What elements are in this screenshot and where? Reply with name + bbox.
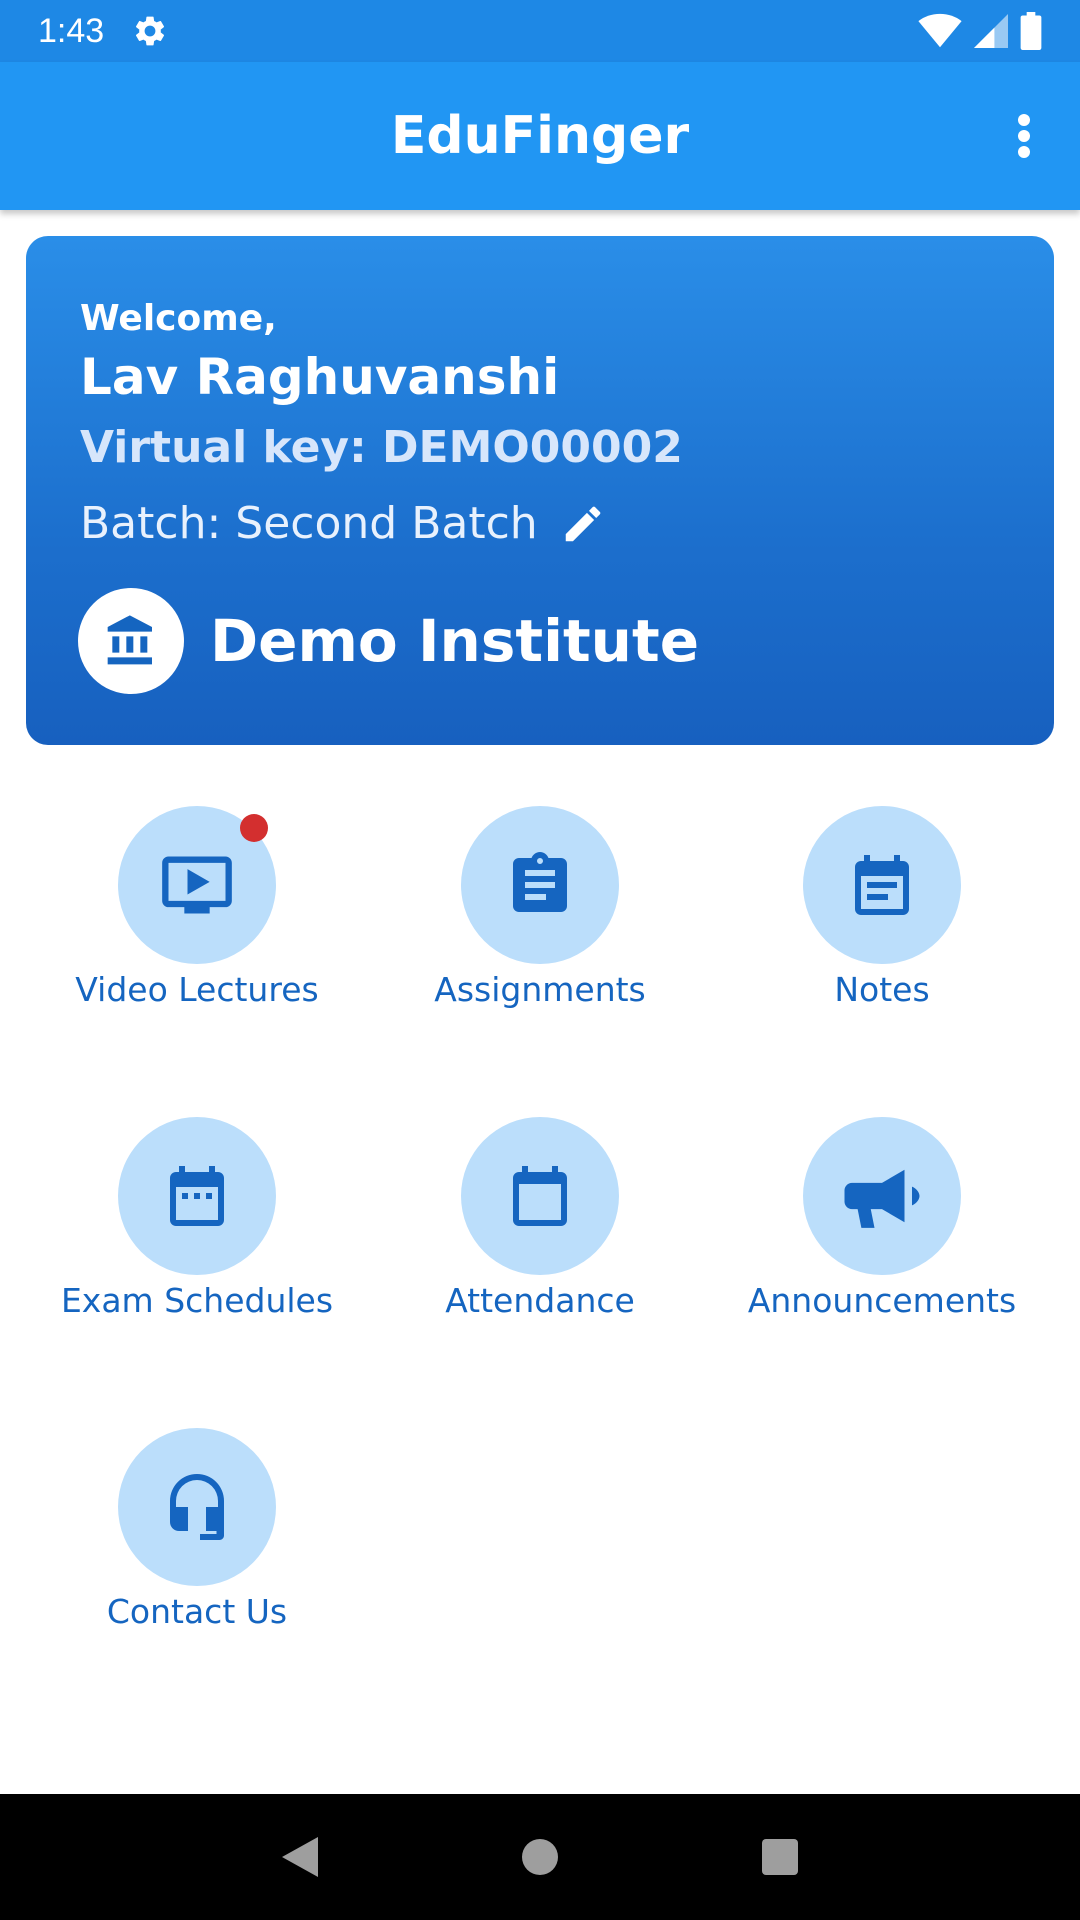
- home-circle-icon: [522, 1839, 558, 1875]
- back-triangle-icon: [282, 1837, 318, 1877]
- batch-label: Batch: Second Batch: [80, 498, 538, 549]
- welcome-greeting: Welcome,: [80, 298, 277, 339]
- overflow-menu-button[interactable]: [994, 106, 1054, 166]
- more-vertical-icon: [1018, 114, 1030, 158]
- institute-name: Demo Institute: [210, 607, 700, 675]
- tile-label: Video Lectures: [75, 970, 319, 1009]
- tile-label: Contact Us: [106, 1592, 288, 1631]
- institute-logo: [78, 588, 184, 694]
- exam-schedules-circle: [118, 1117, 276, 1275]
- recents-square-icon: [762, 1839, 798, 1875]
- status-time: 1:43: [38, 11, 105, 50]
- menu-tile-announcements[interactable]: Announcements: [722, 1117, 1042, 1367]
- video-lectures-circle: [118, 806, 276, 964]
- virtual-key: Virtual key: DEMO00002: [80, 422, 683, 473]
- institute-row: Demo Institute: [78, 588, 699, 694]
- menu-tile-exam-schedules[interactable]: Exam Schedules: [37, 1117, 357, 1367]
- exam-calendar-icon: [170, 1166, 224, 1226]
- battery-icon: [1020, 12, 1042, 50]
- user-name: Lav Raghuvanshi: [80, 348, 560, 406]
- edit-batch-pencil-icon[interactable]: [560, 501, 606, 547]
- tile-label: Exam Schedules: [60, 1281, 334, 1320]
- welcome-card: Welcome, Lav Raghuvanshi Virtual key: DE…: [26, 236, 1054, 745]
- attendance-circle: [461, 1117, 619, 1275]
- new-content-badge: [240, 814, 268, 842]
- nav-home-button[interactable]: [510, 1827, 570, 1887]
- settings-gear-icon: [136, 16, 165, 46]
- app-bar: EduFinger: [0, 62, 1080, 210]
- notes-icon: [855, 855, 909, 915]
- menu-tile-notes[interactable]: Notes: [722, 806, 1042, 1056]
- megaphone-icon: [844, 1169, 920, 1228]
- headset-icon: [170, 1474, 224, 1540]
- tile-label: Notes: [834, 970, 930, 1009]
- assignments-circle: [461, 806, 619, 964]
- video-lecture-icon: [162, 856, 232, 914]
- attendance-calendar-icon: [513, 1166, 567, 1226]
- nav-back-button[interactable]: [270, 1827, 330, 1887]
- contact-us-circle: [118, 1428, 276, 1586]
- tile-label: Announcements: [747, 1281, 1017, 1320]
- wifi-icon: [918, 13, 962, 48]
- tile-label: Assignments: [434, 970, 646, 1009]
- announcements-circle: [803, 1117, 961, 1275]
- tile-label: Attendance: [445, 1281, 635, 1320]
- system-navigation-bar: [0, 1794, 1080, 1920]
- batch-row: Batch: Second Batch: [80, 498, 606, 549]
- menu-tile-attendance[interactable]: Attendance: [380, 1117, 700, 1367]
- menu-tile-contact-us[interactable]: Contact Us: [37, 1428, 357, 1678]
- assignment-icon: [513, 852, 567, 912]
- notes-circle: [803, 806, 961, 964]
- nav-recents-button[interactable]: [750, 1827, 810, 1887]
- app-title: EduFinger: [390, 106, 690, 166]
- institution-bank-icon: [107, 615, 152, 665]
- menu-tile-video-lectures[interactable]: Video Lectures: [37, 806, 357, 1056]
- cellular-signal-icon: [974, 14, 1008, 48]
- status-bar: 1:43: [0, 0, 1080, 62]
- menu-tile-assignments[interactable]: Assignments: [380, 806, 700, 1056]
